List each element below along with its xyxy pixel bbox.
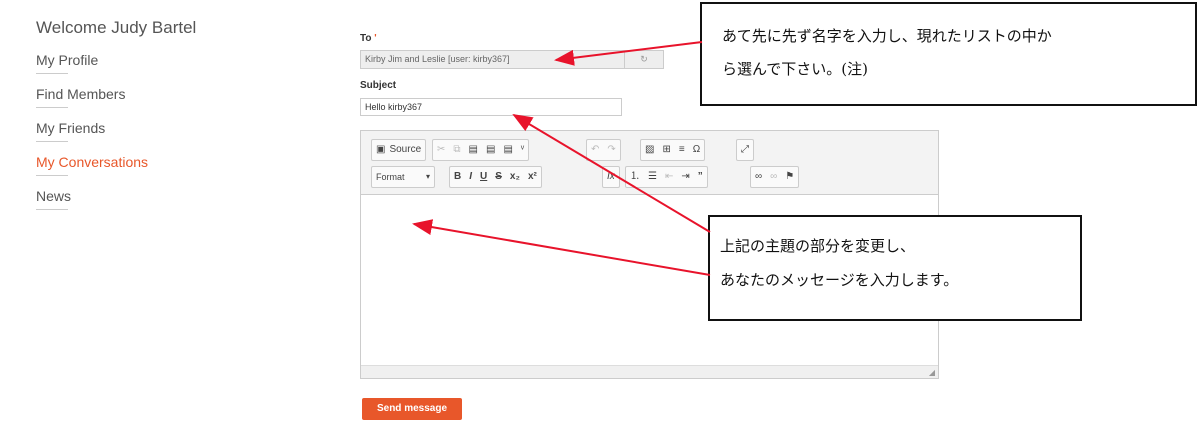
source-button[interactable]: Source: [389, 140, 425, 160]
spellcheck-icon[interactable]: ᵛ: [517, 140, 528, 160]
to-label: To: [360, 33, 372, 44]
send-message-button[interactable]: Send message: [362, 398, 462, 420]
subscript-icon[interactable]: x₂: [506, 167, 524, 187]
cut-icon[interactable]: ✂: [433, 140, 449, 160]
refresh-recipient-button[interactable]: ↻: [625, 50, 664, 69]
image-icon[interactable]: ▨: [641, 140, 658, 160]
paste-word-icon[interactable]: ▤: [499, 140, 516, 160]
copy-icon[interactable]: ⧉: [449, 140, 464, 160]
annotation-line: ら選んで下さい。(注): [722, 60, 868, 78]
bold-icon[interactable]: B: [450, 167, 465, 187]
subject-label: Subject: [360, 80, 397, 91]
to-field-row: Kirby Jim and Leslie [user: kirby367] ↻: [360, 50, 664, 69]
paste-text-icon[interactable]: ▤: [482, 140, 499, 160]
editor-toolbar: ▣ Source ✂ ⧉ ▤ ▤ ▤ ᵛ ↶ ↷ ▨ ⊞ ≡ Ω ⤢ Forma…: [361, 131, 938, 195]
annotation-line: 上記の主題の部分を変更し、: [720, 237, 916, 255]
indent-icon[interactable]: ⇥: [677, 167, 693, 187]
special-char-icon[interactable]: Ω: [689, 140, 704, 160]
outdent-icon[interactable]: ⇤: [661, 167, 677, 187]
sidebar-item-my-conversations[interactable]: My Conversations: [36, 154, 276, 176]
source-icon: ▣: [376, 144, 386, 155]
sidebar-item-my-profile[interactable]: My Profile: [36, 52, 276, 74]
subject-input[interactable]: Hello kirby367: [360, 98, 622, 116]
chevron-down-icon: ▾: [425, 172, 430, 181]
anchor-icon[interactable]: ⚑: [781, 167, 798, 187]
strikethrough-icon[interactable]: S: [491, 167, 506, 187]
link-icon[interactable]: ∞: [751, 167, 766, 187]
paste-icon[interactable]: ▤: [465, 140, 482, 160]
editor-statusbar: ◢: [361, 365, 938, 378]
annotation-line: あて先に先ず名字を入力し、現れたリストの中か: [722, 27, 1052, 45]
unlink-icon[interactable]: ∞: [766, 167, 781, 187]
sidebar-item-find-members[interactable]: Find Members: [36, 86, 276, 108]
horizontal-line-icon[interactable]: ≡: [675, 140, 689, 160]
italic-icon[interactable]: I: [465, 167, 476, 187]
recipient-input[interactable]: Kirby Jim and Leslie [user: kirby367]: [360, 50, 625, 69]
annotation-message-note: 上記の主題の部分を変更し、 あなたのメッセージを入力します。: [708, 215, 1082, 321]
sidebar-item-my-friends[interactable]: My Friends: [36, 120, 276, 142]
bulleted-list-icon[interactable]: ☰: [644, 167, 661, 187]
welcome-text: Welcome Judy Bartel: [36, 18, 197, 37]
resize-handle-icon[interactable]: ◢: [929, 368, 935, 377]
undo-icon[interactable]: ↶: [587, 140, 603, 160]
redo-icon[interactable]: ↷: [603, 140, 619, 160]
table-icon[interactable]: ⊞: [658, 140, 674, 160]
annotation-line: あなたのメッセージを入力します。: [720, 271, 959, 289]
sidebar-item-news[interactable]: News: [36, 188, 276, 210]
remove-format-icon[interactable]: Ix: [603, 167, 619, 187]
annotation-recipient-note: あて先に先ず名字を入力し、現れたリストの中か ら選んで下さい。(注): [700, 2, 1197, 106]
numbered-list-icon[interactable]: ⒈: [626, 167, 644, 187]
sidebar: Welcome Judy Bartel My Profile Find Memb…: [36, 18, 276, 222]
to-label-wrap: To ': [360, 33, 377, 44]
underline-icon[interactable]: U: [476, 167, 491, 187]
superscript-icon[interactable]: x²: [524, 167, 541, 187]
maximize-icon[interactable]: ⤢: [737, 140, 753, 160]
format-dropdown[interactable]: Format: [372, 167, 409, 187]
blockquote-icon[interactable]: ”: [694, 167, 707, 187]
